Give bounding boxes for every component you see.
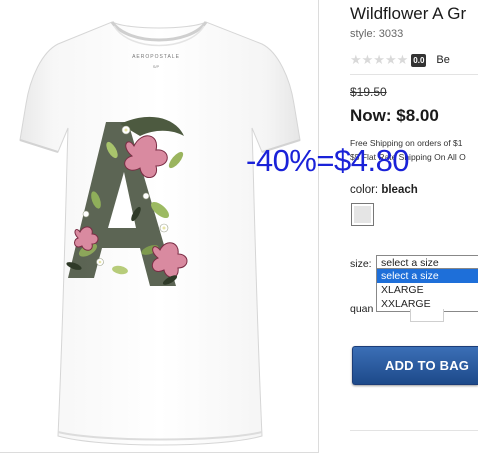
color-swatch-bleach[interactable] — [351, 203, 374, 226]
add-to-bag-button[interactable]: ADD TO BAG — [352, 346, 478, 385]
product-page: AEROPOSTALE S/P Wildflower A Gr style: 3… — [0, 0, 478, 456]
bottom-divider — [350, 430, 478, 431]
color-label: color: bleach — [350, 184, 418, 196]
shirt-brand-text: AEROPOSTALE — [132, 54, 180, 60]
size-option-xlarge[interactable]: XLARGE — [377, 283, 478, 297]
rating-row: ★★★★★ 0.0 Be — [350, 52, 450, 68]
tshirt-illustration: AEROPOSTALE S/P — [19, 21, 301, 446]
quantity-label: quan — [350, 303, 374, 315]
color-value: bleach — [381, 184, 418, 196]
size-select[interactable]: select a size — [376, 255, 478, 269]
write-review-link[interactable]: Be — [436, 54, 449, 66]
product-title: Wildflower A Gr — [350, 4, 467, 23]
size-label: size: — [350, 258, 372, 270]
sale-price: Now: $8.00 — [350, 106, 439, 125]
product-image[interactable]: AEROPOSTALE S/P — [0, 0, 319, 453]
rating-score-badge: 0.0 — [411, 53, 427, 67]
promo-discount-overlay: -40%=$4.80 — [246, 143, 410, 178]
size-dropdown-list: select a size XLARGE XXLARGE — [376, 269, 478, 312]
quantity-input[interactable] — [410, 309, 444, 322]
color-label-text: color: — [350, 184, 379, 196]
size-option-select-a-size[interactable]: select a size — [377, 269, 478, 283]
price-divider — [350, 74, 478, 75]
product-style-number: style: 3033 — [350, 28, 404, 40]
rating-stars-icon: ★★★★★ — [350, 52, 409, 67]
shirt-size-text: S/P — [153, 64, 160, 69]
original-price: $19.50 — [350, 85, 387, 99]
